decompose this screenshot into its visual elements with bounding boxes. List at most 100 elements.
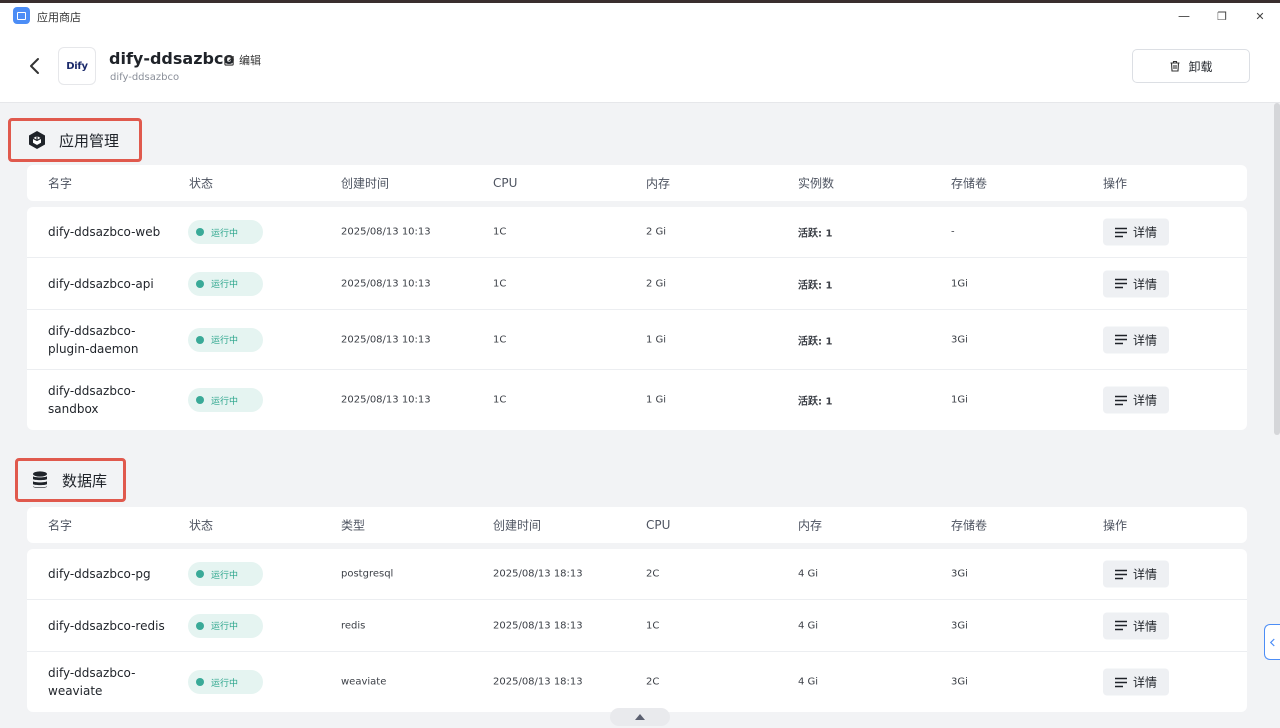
row-cpu: 1C — [493, 226, 507, 238]
database-table-body: dify-ddsazbco-pg 运行中 postgresql 2025/08/… — [27, 549, 1247, 712]
status-badge: 运行中 — [188, 327, 263, 352]
column-header-cpu: CPU — [646, 518, 671, 532]
detail-label: 详情 — [1132, 619, 1157, 633]
column-header-created: 创建时间 — [341, 176, 390, 191]
detail-button[interactable]: 详情 — [1103, 326, 1169, 353]
app-table-header: 名字 状态 创建时间 CPU 内存 实例数 存储卷 操作 — [27, 165, 1247, 201]
row-cpu: 2C — [646, 676, 660, 688]
app-name: dify-ddsazbco — [109, 49, 235, 68]
status-badge: 运行中 — [188, 271, 263, 296]
database-icon — [33, 471, 47, 488]
status-dot — [196, 279, 204, 288]
status-dot — [196, 228, 204, 236]
app-table-body: dify-ddsazbco-web 运行中 2025/08/13 10:13 1… — [27, 207, 1247, 430]
row-instances: 活跃: 1 — [798, 280, 833, 291]
status-badge: 运行中 — [188, 613, 263, 638]
status-dot — [196, 621, 204, 630]
restore-button[interactable]: ❐ — [1212, 6, 1232, 26]
column-header-instances: 实例数 — [798, 176, 835, 191]
detail-label: 详情 — [1132, 675, 1157, 690]
status-dot — [196, 570, 204, 578]
table-row: dify-ddsazbco-pg 运行中 postgresql 2025/08/… — [27, 549, 1247, 600]
row-storage: 1Gi — [951, 278, 968, 289]
row-created: 2025/08/13 18:13 — [493, 620, 583, 631]
row-type: weaviate — [341, 676, 387, 688]
app-store-icon — [13, 7, 30, 24]
back-button[interactable] — [24, 53, 46, 79]
row-memory: 4 Gi — [798, 620, 819, 631]
row-created: 2025/08/13 18:13 — [493, 676, 583, 688]
row-name: dify-ddsazbco-redis — [48, 618, 165, 633]
detail-button[interactable]: 详情 — [1103, 386, 1169, 414]
row-storage: - — [951, 226, 955, 238]
row-memory: 1 Gi — [646, 394, 667, 406]
column-header-name: 名字 — [48, 176, 73, 191]
row-created: 2025/08/13 10:13 — [341, 278, 431, 289]
section-title-app-management: 应用管理 — [8, 118, 142, 162]
table-row: dify-ddsazbco-plugin-daemon 运行中 2025/08/… — [27, 310, 1247, 370]
row-created: 2025/08/13 10:13 — [341, 394, 431, 406]
list-icon — [1114, 227, 1127, 237]
row-instances: 活跃: 1 — [798, 336, 833, 347]
section-title-text: 应用管理 — [59, 131, 120, 150]
row-cpu: 1C — [493, 334, 507, 345]
column-header-created: 创建时间 — [493, 518, 542, 533]
side-panel-toggle[interactable] — [1264, 624, 1280, 660]
status-label: 运行中 — [211, 570, 239, 581]
table-row: dify-ddsazbco-redis 运行中 redis 2025/08/13… — [27, 600, 1247, 652]
edit-button[interactable]: 编辑 — [224, 52, 261, 68]
app-subtitle: dify-ddsazbco — [110, 72, 180, 83]
minimize-button[interactable]: — — [1174, 6, 1194, 26]
row-memory: 2 Gi — [646, 278, 667, 289]
detail-label: 详情 — [1132, 225, 1157, 240]
column-header-status: 状态 — [189, 518, 214, 533]
edit-label: 编辑 — [239, 54, 261, 67]
detail-button[interactable]: 详情 — [1103, 668, 1169, 696]
row-cpu: 1C — [493, 278, 507, 289]
table-row: dify-ddsazbco-weaviate 运行中 weaviate 2025… — [27, 652, 1247, 712]
status-badge: 运行中 — [188, 220, 263, 244]
status-dot — [196, 678, 204, 686]
row-name: dify-ddsazbco-web — [48, 225, 161, 239]
detail-button[interactable]: 详情 — [1103, 612, 1169, 639]
chevron-left-icon — [1269, 638, 1275, 646]
column-header-memory: 内存 — [798, 518, 823, 533]
list-icon — [1114, 334, 1127, 345]
detail-button[interactable]: 详情 — [1103, 270, 1169, 297]
status-dot — [196, 335, 204, 344]
detail-button[interactable]: 详情 — [1103, 218, 1169, 246]
table-row: dify-ddsazbco-web 运行中 2025/08/13 10:13 1… — [27, 207, 1247, 258]
row-created: 2025/08/13 10:13 — [341, 334, 431, 345]
list-icon — [1114, 620, 1127, 631]
scrollbar[interactable] — [1274, 103, 1280, 435]
row-instances: 活跃: 1 — [798, 396, 833, 408]
window-title: 应用商店 — [37, 11, 81, 24]
row-name: dify-ddsazbco-weaviate — [48, 666, 136, 698]
column-header-storage: 存储卷 — [951, 518, 988, 533]
edit-icon — [224, 55, 235, 66]
app-header: Dify dify-ddsazbco 编辑 dify-ddsazbco 卸载 — [0, 29, 1280, 103]
status-label: 运行中 — [211, 622, 239, 632]
row-storage: 1Gi — [951, 394, 968, 406]
database-table-header: 名字 状态 类型 创建时间 CPU 内存 存储卷 操作 — [27, 507, 1247, 543]
status-label: 运行中 — [211, 336, 239, 346]
row-type: redis — [341, 620, 366, 631]
row-name: dify-ddsazbco-plugin-daemon — [48, 323, 139, 356]
row-created: 2025/08/13 18:13 — [493, 568, 583, 580]
row-created: 2025/08/13 10:13 — [341, 226, 431, 238]
row-storage: 3Gi — [951, 676, 968, 688]
expand-up-handle[interactable] — [610, 708, 670, 726]
hexagon-icon — [29, 131, 45, 149]
uninstall-button[interactable]: 卸载 — [1132, 49, 1250, 83]
row-name: dify-ddsazbco-pg — [48, 567, 151, 581]
chevron-left-icon — [30, 58, 39, 74]
detail-label: 详情 — [1132, 333, 1157, 347]
detail-button[interactable]: 详情 — [1103, 560, 1169, 588]
close-button[interactable]: ✕ — [1250, 6, 1270, 26]
column-header-cpu: CPU — [493, 176, 518, 190]
status-badge: 运行中 — [188, 670, 263, 694]
status-label: 运行中 — [211, 280, 239, 290]
uninstall-label: 卸载 — [1188, 59, 1213, 74]
status-badge: 运行中 — [188, 388, 263, 412]
detail-label: 详情 — [1132, 393, 1157, 408]
